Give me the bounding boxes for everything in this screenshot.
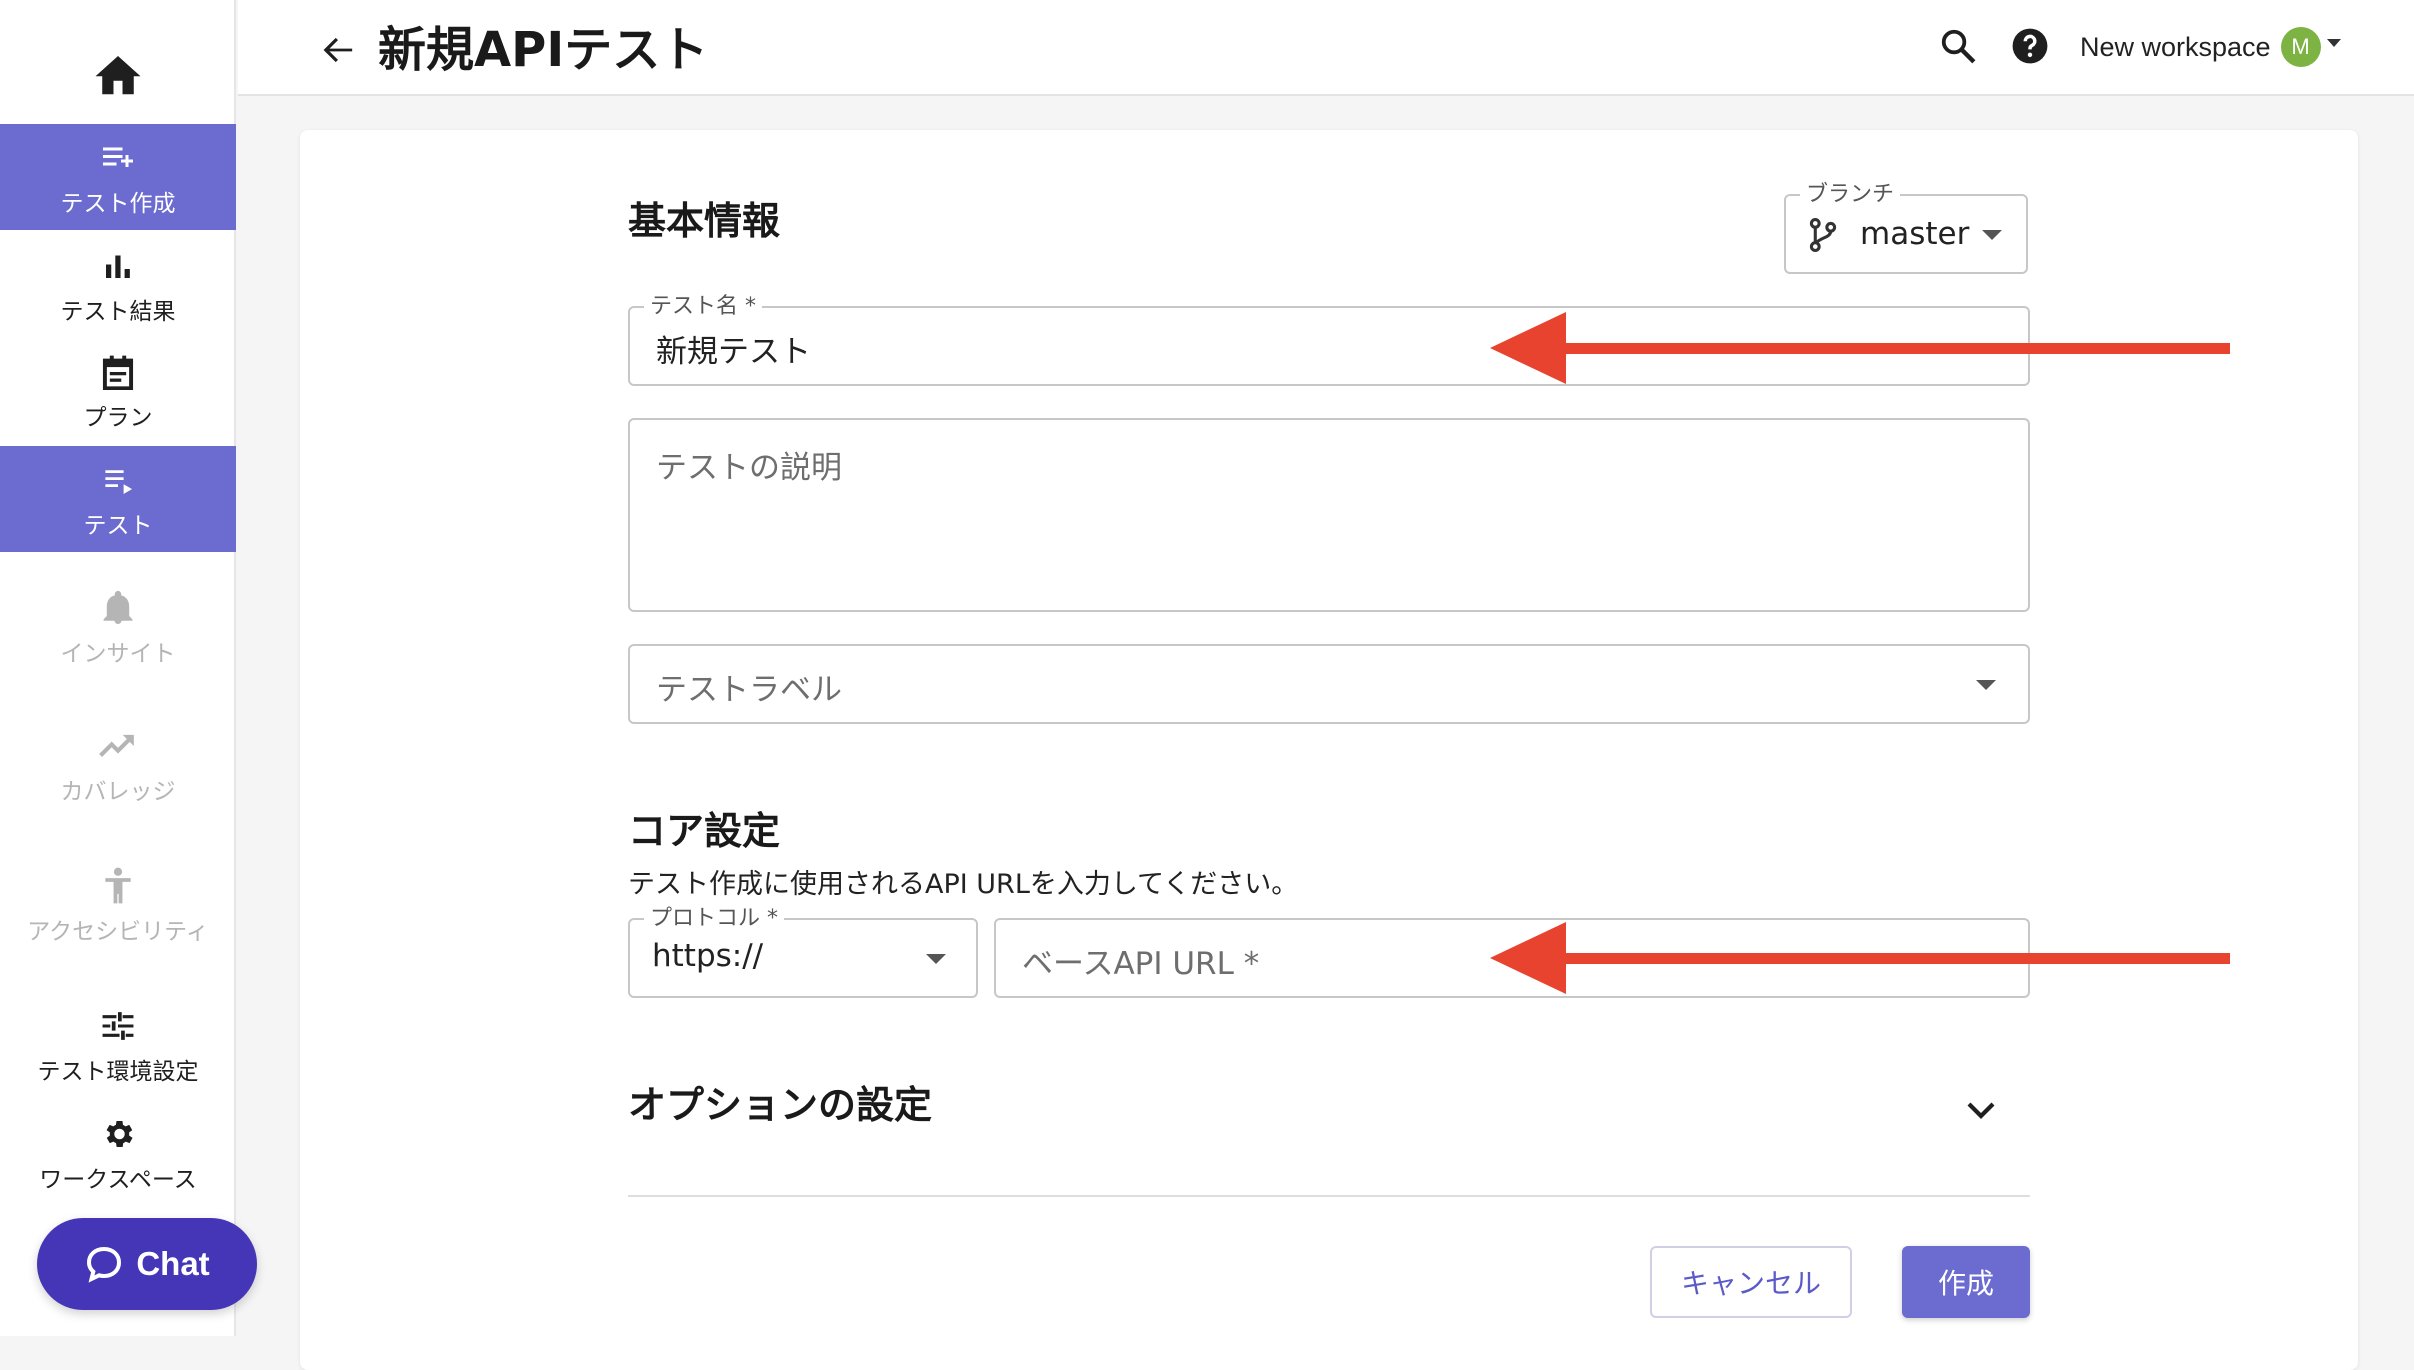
- caret-down-icon: [1976, 680, 1996, 690]
- caret-down-icon: [926, 954, 946, 964]
- top-header: 新規APIテスト New workspace M: [238, 0, 2414, 96]
- branch-label: ブランチ: [1800, 182, 1901, 208]
- home-button[interactable]: [0, 38, 236, 110]
- sidebar-item-label: テスト: [83, 513, 153, 539]
- sidebar-item-insight[interactable]: インサイト: [0, 574, 236, 680]
- description-placeholder: テストの説明: [656, 450, 842, 486]
- home-icon: [95, 56, 141, 95]
- options-accordion[interactable]: オプションの設定: [628, 1070, 2030, 1150]
- description-field[interactable]: テストの説明: [628, 418, 2030, 612]
- help-circle-icon: [2012, 28, 2048, 64]
- search-icon: [1941, 29, 1976, 64]
- section-title-options: オプションの設定: [628, 1083, 933, 1127]
- calendar-icon: [101, 350, 135, 394]
- caret-down-icon: [2326, 39, 2341, 47]
- base-api-url-placeholder: ベースAPI URL *: [1022, 946, 1260, 982]
- annotation-arrow-test-name: [1490, 312, 2230, 384]
- sidebar-item-label: テスト環境設定: [37, 1059, 199, 1085]
- sidebar-item-test[interactable]: テスト: [0, 446, 236, 552]
- sidebar-item-label: インサイト: [60, 641, 176, 667]
- section-title-basic-info: 基本情報: [628, 199, 781, 243]
- sidebar-item-accessibility[interactable]: アクセシビリティ: [0, 852, 236, 958]
- playlist-add-icon: [99, 136, 137, 180]
- sidebar-item-label: テスト作成: [60, 191, 176, 217]
- chevron-down-icon: [1967, 1102, 1995, 1119]
- tune-icon: [101, 1004, 135, 1048]
- workspace-switcher[interactable]: New workspace M: [2080, 24, 2341, 70]
- caret-down-icon: [1982, 230, 2002, 240]
- bell-icon: [102, 586, 134, 630]
- sidebar-item-label: アクセシビリティ: [27, 919, 209, 945]
- trending-up-icon: [99, 724, 137, 768]
- avatar: M: [2280, 27, 2321, 67]
- sidebar-item-label: プラン: [83, 405, 153, 431]
- playlist-play-icon: [102, 458, 134, 502]
- cancel-button[interactable]: キャンセル: [1650, 1246, 1852, 1318]
- chat-label: Chat: [136, 1245, 210, 1282]
- workspace-name: New workspace: [2080, 31, 2271, 62]
- git-branch-icon: [1809, 218, 1837, 252]
- protocol-value: https://: [652, 938, 764, 974]
- chat-bubble-icon: [87, 1246, 122, 1283]
- sidebar-item-create-test[interactable]: テスト作成: [0, 124, 236, 230]
- section-title-core-settings: コア設定: [628, 809, 781, 853]
- sidebar: テスト作成 テスト結果 プラン テスト インサイト カバレッジ アクセシビリティ…: [0, 0, 257, 1336]
- arrow-left-icon: [323, 37, 353, 63]
- test-name-label: テスト名 *: [644, 294, 762, 320]
- core-settings-hint: テスト作成に使用されるAPI URLを入力してください。: [628, 869, 1299, 900]
- branch-select[interactable]: ブランチ master: [1784, 182, 2028, 274]
- test-name-value: 新規テスト: [656, 334, 811, 370]
- help-button[interactable]: [2006, 22, 2054, 70]
- gear-icon: [100, 1112, 136, 1156]
- branch-value: master: [1860, 216, 1970, 252]
- sidebar-item-plan[interactable]: プラン: [0, 338, 236, 444]
- sidebar-item-label: カバレッジ: [60, 779, 176, 805]
- sidebar-item-coverage[interactable]: カバレッジ: [0, 712, 236, 818]
- sidebar-item-environment-settings[interactable]: テスト環境設定: [0, 992, 236, 1098]
- page-title: 新規APIテスト: [378, 22, 709, 78]
- sidebar-item-label: ワークスペース: [39, 1167, 197, 1193]
- protocol-select[interactable]: プロトコル * https://: [628, 906, 978, 998]
- sidebar-item-test-results[interactable]: テスト結果: [0, 232, 236, 338]
- search-button[interactable]: [1934, 22, 1982, 70]
- protocol-label: プロトコル *: [644, 906, 784, 932]
- test-label-select[interactable]: テストラベル: [628, 644, 2030, 724]
- back-button[interactable]: [314, 26, 362, 74]
- bar-chart-icon: [103, 244, 133, 288]
- sidebar-item-workspace[interactable]: ワークスペース: [0, 1100, 236, 1206]
- test-label-placeholder: テストラベル: [656, 672, 842, 708]
- create-button[interactable]: 作成: [1902, 1246, 2030, 1318]
- annotation-arrow-base-url: [1490, 922, 2230, 994]
- chat-button[interactable]: Chat: [37, 1218, 257, 1310]
- sidebar-item-label: テスト結果: [60, 299, 176, 325]
- divider: [628, 1195, 2030, 1197]
- accessibility-icon: [102, 864, 134, 908]
